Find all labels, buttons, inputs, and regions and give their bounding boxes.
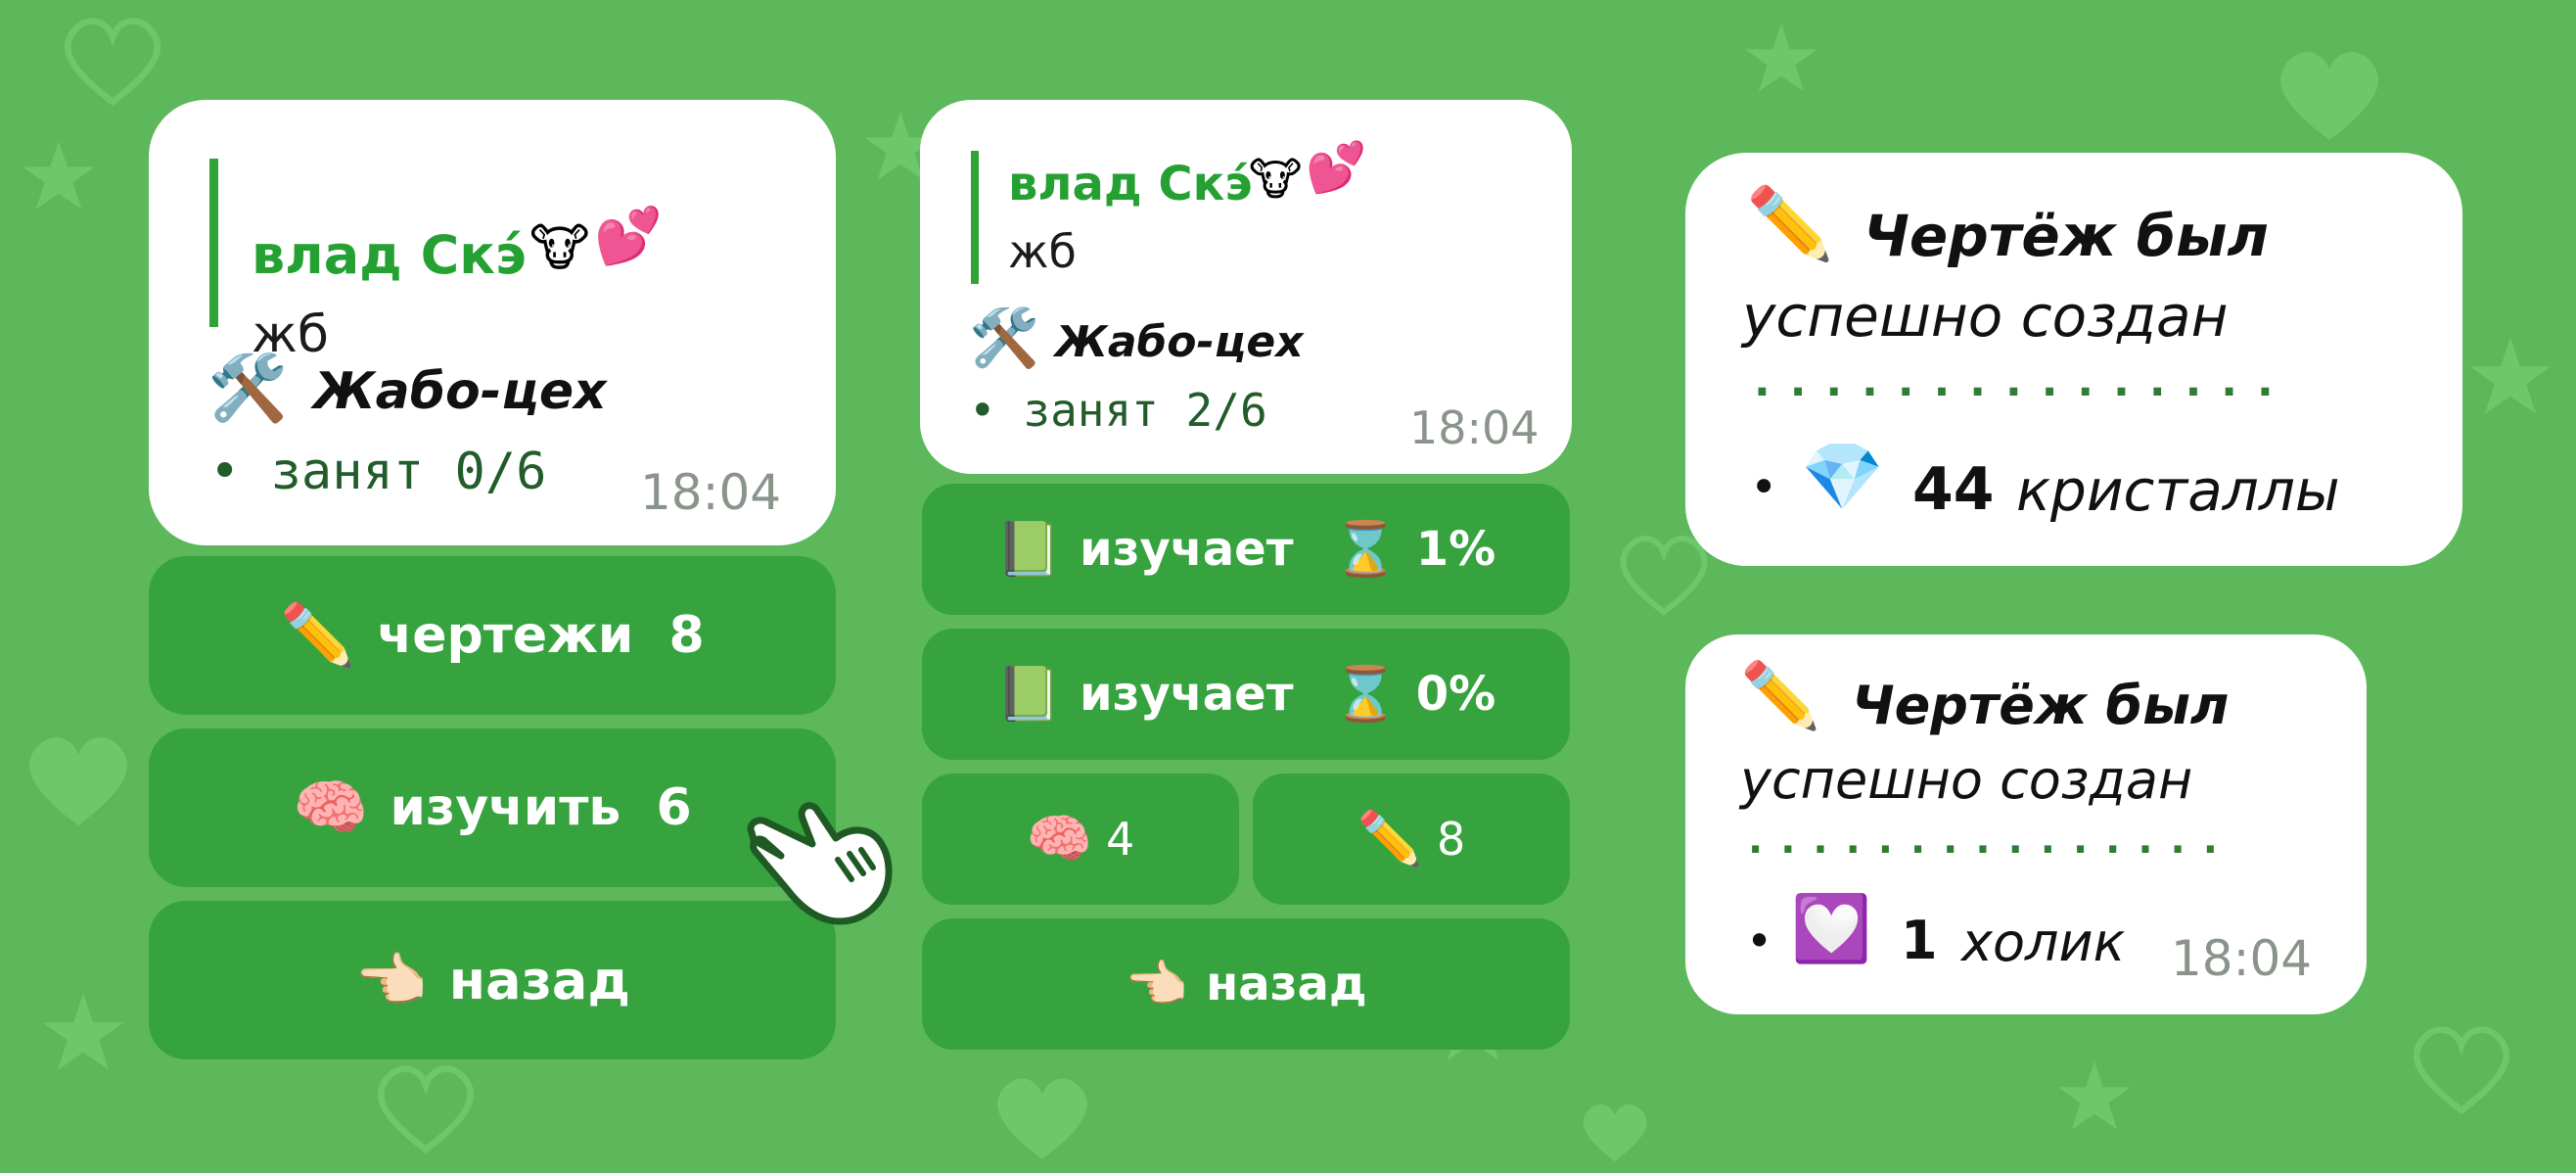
two-hearts-icon: 💕 xyxy=(1306,139,1367,196)
message-time: 18:04 xyxy=(1409,401,1540,454)
result-amount: 1 xyxy=(1901,910,1938,971)
workshop-title: Жабо-цех xyxy=(1055,317,1304,367)
reply-text: жб xyxy=(1008,225,1077,278)
hourglass-icon: ⌛ xyxy=(1332,663,1399,725)
dotted-divider: ............... xyxy=(1748,818,2235,863)
hammer-wrench-icon: 🛠️ xyxy=(207,351,289,426)
brain-icon: 🧠 xyxy=(293,772,369,843)
back-label: назад xyxy=(448,949,630,1011)
workshop-title: Жабо-цех xyxy=(313,362,607,421)
workshop-status: • занят 0/6 xyxy=(209,443,547,501)
hammer-wrench-icon: 🛠️ xyxy=(969,305,1040,371)
reply-quote[interactable]: влад Скэ́ 🐮 💕 жб xyxy=(209,159,758,360)
cow-icon: 🐮 xyxy=(529,219,590,278)
message-bubble-middle: влад Скэ́ 🐮 💕 жб 🛠️ Жабо-цех • занят 2/6… xyxy=(920,100,1572,474)
heart-doodle-icon xyxy=(2413,1026,2510,1115)
studying-label: изучает xyxy=(1079,522,1294,577)
pointing-hand-icon: 👈🏻 xyxy=(1125,955,1189,1014)
result-subtitle: успешно создан xyxy=(1740,749,2193,811)
back-button-middle[interactable]: 👈🏻 назад xyxy=(922,918,1570,1050)
result-message-2: ✏️ Чертёж был успешно создан ...........… xyxy=(1685,634,2367,1014)
star-doodle-icon xyxy=(2058,1061,2131,1130)
message-time: 18:04 xyxy=(640,464,782,521)
star-doodle-icon xyxy=(42,993,124,1070)
green-book-icon: 📗 xyxy=(995,663,1062,725)
gem-icon: 💎 xyxy=(1801,439,1884,516)
pencil-icon: ✏️ xyxy=(1740,658,1821,733)
studying-button-2[interactable]: 📗 изучает ⌛ 0% xyxy=(922,629,1570,760)
workshop-status: • занят 2/6 xyxy=(969,384,1267,437)
heart-doodle-icon xyxy=(2280,52,2378,140)
star-doodle-icon xyxy=(2469,337,2552,414)
result-amount: 44 xyxy=(1912,455,1995,524)
back-label: назад xyxy=(1206,957,1367,1011)
study-button[interactable]: 🧠 изучить 6 xyxy=(149,728,836,887)
studying-label: изучает xyxy=(1079,667,1294,722)
result-bullet: • xyxy=(1746,915,1773,967)
message-bubble-left: влад Скэ́ 🐮 💕 жб 🛠️ Жабо-цех • занят 0/6… xyxy=(149,100,836,545)
result-title: Чертёж был xyxy=(1852,675,2230,736)
pointer-cursor-icon xyxy=(747,802,893,925)
result-title: Чертёж был xyxy=(1863,203,2270,269)
green-book-icon: 📗 xyxy=(995,518,1062,580)
result-item: кристаллы xyxy=(2016,457,2340,524)
star-doodle-icon xyxy=(1745,23,1817,92)
result-bullet: • xyxy=(1750,460,1778,515)
heart-doodle-icon xyxy=(64,18,161,107)
dotted-divider: ............... xyxy=(1754,356,2293,406)
result-subtitle: успешно создан xyxy=(1742,283,2229,350)
reply-author: влад Скэ́ xyxy=(252,224,527,286)
reply-author: влад Скэ́ xyxy=(1008,157,1253,211)
heart-doodle-icon xyxy=(1583,1103,1647,1162)
pointing-hand-icon: 👈🏻 xyxy=(354,946,428,1015)
result-message-1: ✏️ Чертёж был успешно создан ...........… xyxy=(1685,153,2462,566)
progress-label: 1% xyxy=(1415,522,1496,577)
pencil-count-button[interactable]: ✏️ 8 xyxy=(1253,774,1570,905)
heart-doodle-icon xyxy=(997,1078,1087,1159)
brain-icon: 🧠 xyxy=(1026,808,1092,869)
cow-icon: 🐮 xyxy=(1249,153,1303,206)
hourglass-icon: ⌛ xyxy=(1332,518,1399,580)
progress-label: 0% xyxy=(1415,667,1496,722)
brain-count: 4 xyxy=(1105,813,1135,866)
result-item: холик xyxy=(1961,912,2126,973)
heart-doodle-icon xyxy=(29,737,127,825)
pencil-icon: ✏️ xyxy=(1357,808,1423,869)
heart-doodle-icon xyxy=(377,1065,475,1154)
studying-button-1[interactable]: 📗 изучает ⌛ 1% xyxy=(922,484,1570,615)
brain-count-button[interactable]: 🧠 4 xyxy=(922,774,1239,905)
reply-quote[interactable]: влад Скэ́ 🐮 💕 жб xyxy=(971,143,1519,284)
pencil-icon: ✏️ xyxy=(280,599,356,671)
drawings-label: чертежи 8 xyxy=(377,606,705,665)
message-time: 18:04 xyxy=(2171,930,2313,987)
pencil-icon: ✏️ xyxy=(1746,182,1834,264)
back-button-left[interactable]: 👈🏻 назад xyxy=(149,901,836,1059)
pencil-count: 8 xyxy=(1436,813,1466,866)
study-label: изучить 6 xyxy=(390,778,692,837)
purple-heart-icon: 💟 xyxy=(1791,891,1872,966)
star-doodle-icon xyxy=(23,141,95,210)
two-hearts-icon: 💕 xyxy=(594,205,663,268)
drawings-button[interactable]: ✏️ чертежи 8 xyxy=(149,556,836,715)
